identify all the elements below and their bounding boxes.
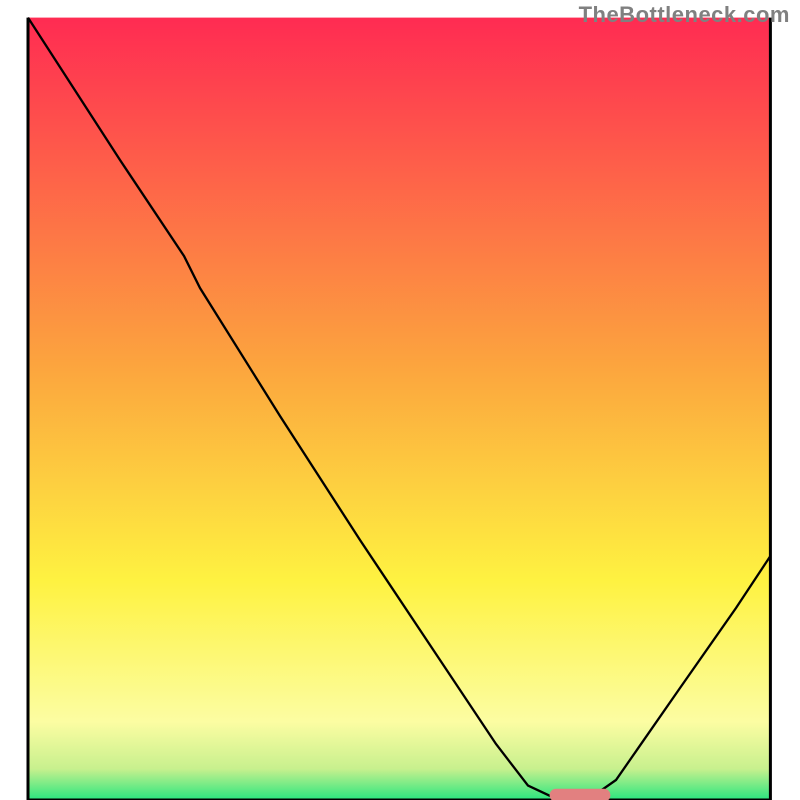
watermark-text: TheBottleneck.com	[579, 2, 790, 28]
gradient-rect	[28, 18, 770, 800]
bottleneck-chart: TheBottleneck.com	[0, 0, 800, 800]
chart-svg	[0, 0, 800, 800]
